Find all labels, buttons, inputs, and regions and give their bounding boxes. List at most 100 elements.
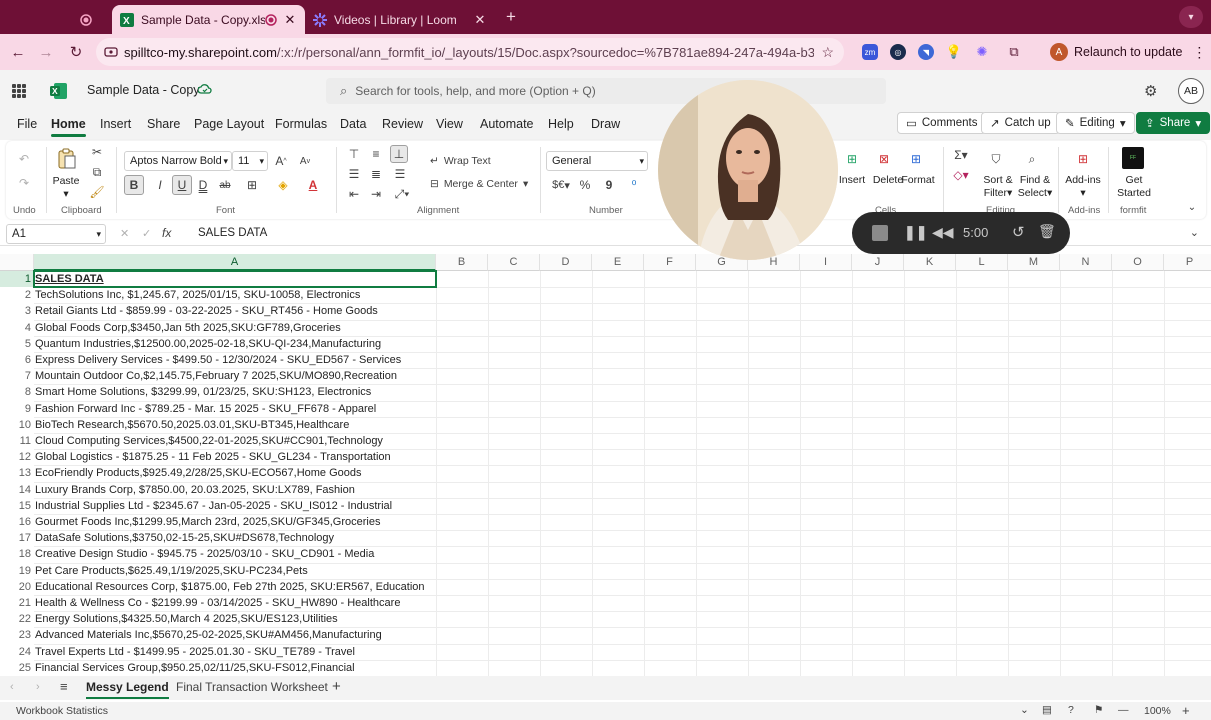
expand-formula-chevron-icon[interactable]: ⌄ [1190, 226, 1199, 239]
row-header[interactable]: 24 [0, 644, 34, 660]
cell-a13[interactable]: EcoFriendly Products,$925.49,2/28/25,SKU… [34, 465, 436, 481]
strikethrough-button[interactable]: ab [218, 175, 232, 195]
align-left-icon[interactable]: ☰ [346, 167, 362, 181]
increase-font-icon[interactable]: A ^ [274, 154, 288, 168]
tab-draw[interactable]: Draw [591, 117, 620, 131]
column-header-j[interactable]: J [852, 254, 904, 271]
close-tab-icon[interactable]: ✕ [283, 12, 297, 28]
cell-a22[interactable]: Energy Solutions,$4325.50,March 4 2025,S… [34, 611, 436, 627]
address-bar[interactable]: spilltco-my.sharepoint.com/:x:/r/persona… [96, 38, 844, 66]
underline-button[interactable]: U [172, 175, 192, 195]
sheet-tab-final-transaction[interactable]: Final Transaction Worksheet [176, 680, 328, 694]
row-header[interactable]: 4 [0, 320, 34, 336]
cell-a15[interactable]: Industrial Supplies Ltd - $2345.67 - Jan… [34, 498, 436, 514]
relaunch-button[interactable]: Relaunch to update ⋮ [1074, 40, 1206, 64]
name-box[interactable]: A1 ▾ [6, 224, 106, 244]
row-header[interactable]: 8 [0, 384, 34, 400]
cell-a3[interactable]: Retail Giants Ltd - $859.99 - 03-22-2025… [34, 303, 436, 319]
row-header[interactable]: 15 [0, 498, 34, 514]
get-started-button[interactable]: Get Started [1114, 174, 1154, 200]
cell-a17[interactable]: DataSafe Solutions,$3750,02-15-25,SKU#DS… [34, 530, 436, 546]
borders-icon[interactable]: ⊞ [244, 175, 260, 195]
column-header-d[interactable]: D [540, 254, 592, 271]
column-header-k[interactable]: K [904, 254, 956, 271]
tab-data[interactable]: Data [340, 117, 366, 131]
column-header-b[interactable]: B [436, 254, 488, 271]
zoom-level[interactable]: 100% [1144, 705, 1171, 717]
cell-a5[interactable]: Quantum Industries,$12500.00,2025-02-18,… [34, 336, 436, 352]
tab-insert[interactable]: Insert [100, 117, 131, 131]
find-select-button[interactable]: Find & Select▾ [1016, 174, 1054, 200]
increase-indent-icon[interactable]: ⇥ [368, 187, 384, 201]
row-header[interactable]: 19 [0, 563, 34, 579]
chevron-down-icon[interactable]: ⌄ [1020, 704, 1029, 716]
password-extension-icon[interactable]: ◎ [890, 44, 906, 60]
merge-center-button[interactable]: ⊟ Merge & Center ▾ [430, 176, 534, 192]
cell-a12[interactable]: Global Logistics - $1875.25 - 11 Feb 202… [34, 449, 436, 465]
document-title[interactable]: Sample Data - Copy [87, 83, 200, 97]
settings-gear-icon[interactable]: ⚙ [1144, 82, 1162, 100]
stop-recording-icon[interactable] [872, 225, 888, 241]
user-avatar[interactable]: AB [1178, 78, 1204, 104]
insert-button[interactable]: Insert [834, 174, 870, 187]
scroll-left-icon[interactable]: ‹ [10, 681, 14, 693]
find-select-icon[interactable]: ⌕ [1022, 149, 1042, 169]
cell-a7[interactable]: Mountain Outdoor Co,$2,145.75,February 7… [34, 368, 436, 384]
select-all-corner[interactable] [0, 254, 34, 271]
row-header[interactable]: 1 [0, 271, 34, 288]
cell-a21[interactable]: Health & Wellness Co - $2199.99 - 03/14/… [34, 595, 436, 611]
tab-review[interactable]: Review [382, 117, 423, 131]
paste-button[interactable]: Paste ▾ [52, 175, 80, 201]
row-header[interactable]: 14 [0, 482, 34, 498]
align-center-icon[interactable]: ≣ [368, 167, 384, 181]
cell-a23[interactable]: Advanced Materials Inc,$5670,25-02-2025,… [34, 627, 436, 643]
delete-cells-icon[interactable]: ⊠ [874, 149, 894, 169]
browser-tab-recording[interactable] [72, 5, 112, 34]
row-header[interactable]: 10 [0, 417, 34, 433]
bookmark-star-icon[interactable]: ☆ [821, 44, 834, 61]
share-button[interactable]: ⇪ Share ▾ [1136, 112, 1211, 134]
row-header[interactable]: 9 [0, 401, 34, 417]
forward-arrow-icon[interactable]: → [36, 42, 56, 62]
wrap-text-button[interactable]: ↵ Wrap Text [430, 153, 510, 169]
column-header-n[interactable]: N [1060, 254, 1112, 271]
all-sheets-menu-icon[interactable]: ≡ [60, 679, 68, 694]
column-header-m[interactable]: M [1008, 254, 1060, 271]
editing-mode-button[interactable]: ✎ Editing ▾ [1056, 112, 1135, 134]
add-sheet-icon[interactable]: + [332, 678, 341, 695]
sort-filter-icon[interactable]: ⛉ [986, 149, 1006, 169]
ribbon-expand-chevron-icon[interactable]: ⌄ [1186, 201, 1198, 213]
redo-icon[interactable]: ↷ [16, 175, 32, 191]
extension-icon[interactable]: ◥ [918, 44, 934, 60]
column-header-e[interactable]: E [592, 254, 644, 271]
formfit-logo-icon[interactable]: FF [1122, 147, 1144, 169]
zoom-extension-icon[interactable]: zm [862, 44, 878, 60]
cell-a24[interactable]: Travel Experts Ltd - $1499.95 - 2025.01.… [34, 644, 436, 660]
cell-a11[interactable]: Cloud Computing Services,$4500,22-01-202… [34, 433, 436, 449]
close-tab-icon[interactable]: ✕ [473, 12, 487, 28]
tab-search-chevron-icon[interactable]: ▾ [1179, 6, 1203, 28]
extensions-puzzle-icon[interactable]: ⧉ [1006, 44, 1022, 60]
undo-icon[interactable]: ↶ [16, 151, 32, 167]
add-ins-icon[interactable]: ⊞ [1073, 149, 1093, 169]
column-header-f[interactable]: F [644, 254, 696, 271]
column-header-a[interactable]: A [34, 254, 436, 271]
cancel-entry-icon[interactable]: ✕ [120, 227, 129, 240]
lightbulb-extension-icon[interactable]: 💡 [946, 44, 962, 60]
cell-a14[interactable]: Luxury Brands Corp, $7850.00, 20.03.2025… [34, 482, 436, 498]
row-header[interactable]: 20 [0, 579, 34, 595]
column-header-c[interactable]: C [488, 254, 540, 271]
copy-icon[interactable]: ⧉ [90, 165, 104, 179]
catch-up-button[interactable]: ↗ Catch up [981, 112, 1060, 134]
double-underline-button[interactable]: D [196, 175, 210, 195]
format-cells-icon[interactable]: ⊞ [906, 149, 926, 169]
reload-icon[interactable]: ↻ [66, 42, 86, 62]
cell-a10[interactable]: BioTech Research,$5670.50,2025.03.01,SKU… [34, 417, 436, 433]
rewind-icon[interactable]: ◀◀ [932, 224, 954, 241]
confirm-entry-icon[interactable]: ✓ [142, 227, 151, 240]
restart-icon[interactable]: ↺ [1012, 223, 1025, 241]
tab-formulas[interactable]: Formulas [275, 117, 327, 131]
cell-a25[interactable]: Financial Services Group,$950.25,02/11/2… [34, 660, 436, 676]
column-header-o[interactable]: O [1112, 254, 1164, 271]
add-ins-button[interactable]: Add-ins ▾ [1062, 174, 1104, 200]
